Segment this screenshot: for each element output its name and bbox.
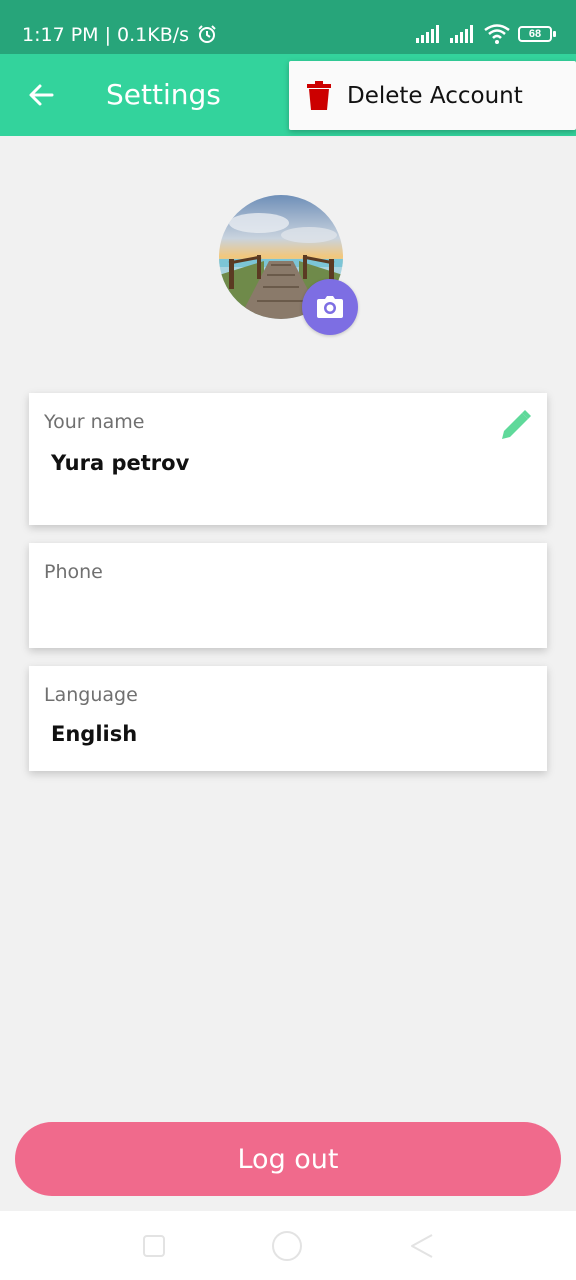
trash-icon	[307, 81, 331, 110]
wifi-icon	[484, 24, 510, 44]
delete-account-menu-item[interactable]: Delete Account	[289, 61, 576, 130]
logout-button[interactable]: Log out	[15, 1122, 561, 1196]
system-nav-bar	[0, 1211, 576, 1280]
language-field[interactable]: Language English	[29, 666, 547, 771]
arrow-back-icon	[29, 84, 54, 106]
battery-level: 68	[528, 28, 542, 40]
signal-icon	[416, 25, 439, 43]
status-time-text: 1:17 PM | 0.1KB/s	[22, 24, 190, 46]
home-icon[interactable]	[272, 1231, 302, 1261]
name-field-label: Your name	[44, 411, 145, 433]
back-icon[interactable]	[410, 1233, 434, 1259]
battery-icon: 68	[518, 26, 556, 42]
name-field-value: Yura petrov	[51, 451, 190, 475]
recent-apps-icon[interactable]	[143, 1235, 165, 1257]
back-button[interactable]	[22, 76, 60, 114]
language-field-value: English	[51, 722, 138, 746]
camera-icon	[317, 296, 343, 318]
pencil-icon[interactable]	[498, 409, 532, 443]
name-field[interactable]: Your name Yura petrov	[29, 393, 547, 525]
language-field-label: Language	[44, 684, 138, 706]
status-time: 1:17 PM | 0.1KB/s	[22, 24, 217, 46]
phone-field[interactable]: Phone	[29, 543, 547, 648]
status-icons: 68	[416, 24, 556, 44]
alarm-icon	[198, 25, 216, 43]
change-photo-button[interactable]	[302, 279, 358, 335]
status-bar: 1:17 PM | 0.1KB/s 68	[0, 0, 576, 54]
overflow-menu: Delete Account	[289, 61, 576, 130]
phone-field-label: Phone	[44, 561, 103, 583]
delete-account-label: Delete Account	[347, 83, 523, 109]
page-title: Settings	[106, 78, 221, 111]
signal-icon	[450, 25, 473, 43]
